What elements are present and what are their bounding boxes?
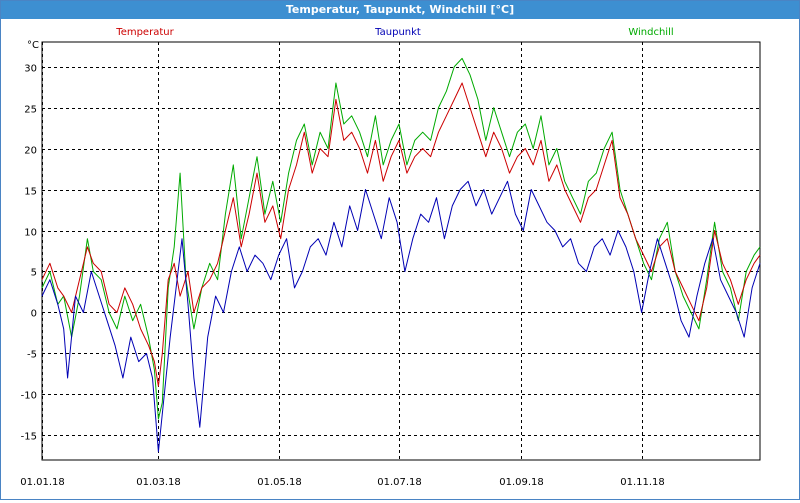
y-tick-label: 30 — [24, 64, 37, 75]
y-tick-label: 5 — [31, 268, 37, 279]
x-tick-label: 01.03.18 — [136, 477, 181, 488]
plot-frame — [41, 41, 761, 461]
y-tick-label: 25 — [24, 105, 37, 116]
legend-temperatur: Temperatur — [115, 27, 174, 38]
y-tick-label: 0 — [31, 309, 37, 320]
chart-area: 30 25 20 15 10 5 0 -5 -10 -15 °C 01.01.18 01.03.18 01… — [1, 20, 799, 499]
y-tick-label: 20 — [24, 146, 37, 157]
x-tick-label: 01.01.18 — [20, 477, 65, 488]
chart-window: Temperatur, Taupunkt, Windchill [°C] 30 2… — [0, 0, 800, 500]
legend-windchill: Windchill — [628, 27, 673, 38]
y-tick-label: -5 — [27, 350, 37, 361]
x-tick-label: 01.05.18 — [257, 477, 302, 488]
x-tick-label: 01.11.18 — [620, 477, 665, 488]
y-tick-label: 15 — [24, 187, 37, 198]
line-chart: 30 25 20 15 10 5 0 -5 -10 -15 °C 01.01.18 01.03.18 01… — [20, 27, 761, 488]
y-tick-label: -10 — [21, 391, 37, 402]
y-tick-label: -15 — [21, 432, 37, 443]
x-tick-label: 01.07.18 — [377, 477, 422, 488]
legend-taupunkt: Taupunkt — [374, 27, 421, 38]
x-tick-label: 01.09.18 — [499, 477, 544, 488]
y-tick-label: 10 — [24, 228, 37, 239]
window-title: Temperatur, Taupunkt, Windchill [°C] — [1, 1, 799, 19]
y-axis-label: °C — [27, 40, 39, 51]
